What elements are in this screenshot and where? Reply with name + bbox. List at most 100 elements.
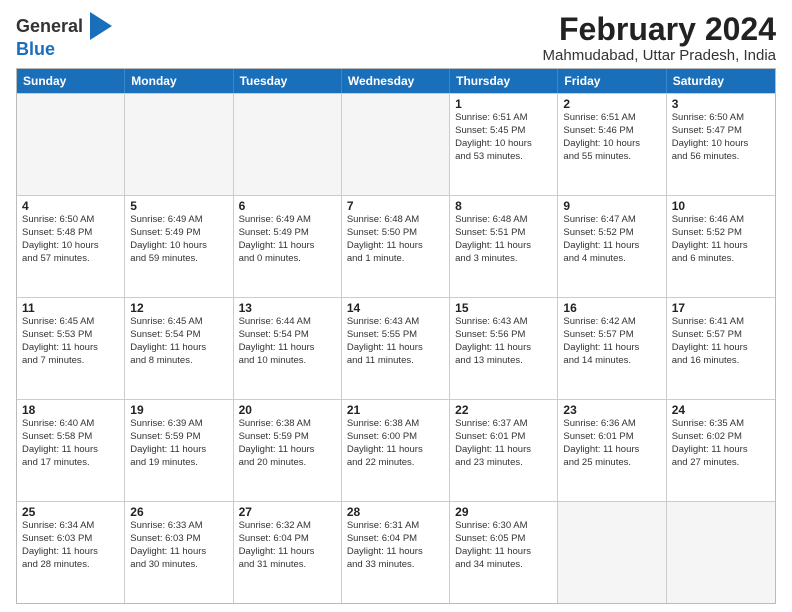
logo: General Blue [16, 16, 112, 60]
day-number: 20 [239, 403, 336, 417]
day-detail: Sunrise: 6:32 AM Sunset: 6:04 PM Dayligh… [239, 520, 336, 571]
day-number: 15 [455, 301, 552, 315]
day-number: 27 [239, 505, 336, 519]
day-detail: Sunrise: 6:33 AM Sunset: 6:03 PM Dayligh… [130, 520, 227, 571]
day-detail: Sunrise: 6:30 AM Sunset: 6:05 PM Dayligh… [455, 520, 552, 571]
day-detail: Sunrise: 6:36 AM Sunset: 6:01 PM Dayligh… [563, 418, 660, 469]
day-number: 7 [347, 199, 444, 213]
calendar-header: SundayMondayTuesdayWednesdayThursdayFrid… [17, 69, 775, 93]
day-detail: Sunrise: 6:49 AM Sunset: 5:49 PM Dayligh… [239, 214, 336, 265]
day-cell-26: 26Sunrise: 6:33 AM Sunset: 6:03 PM Dayli… [125, 502, 233, 603]
day-number: 10 [672, 199, 770, 213]
day-cell-16: 16Sunrise: 6:42 AM Sunset: 5:57 PM Dayli… [558, 298, 666, 399]
day-cell-2: 2Sunrise: 6:51 AM Sunset: 5:46 PM Daylig… [558, 94, 666, 195]
day-detail: Sunrise: 6:39 AM Sunset: 5:59 PM Dayligh… [130, 418, 227, 469]
day-number: 29 [455, 505, 552, 519]
day-number: 11 [22, 301, 119, 315]
page: General Blue February 2024 Mahmudabad, U… [0, 0, 792, 612]
day-cell-13: 13Sunrise: 6:44 AM Sunset: 5:54 PM Dayli… [234, 298, 342, 399]
day-detail: Sunrise: 6:38 AM Sunset: 5:59 PM Dayligh… [239, 418, 336, 469]
day-number: 19 [130, 403, 227, 417]
empty-cell [558, 502, 666, 603]
day-cell-14: 14Sunrise: 6:43 AM Sunset: 5:55 PM Dayli… [342, 298, 450, 399]
subtitle: Mahmudabad, Uttar Pradesh, India [543, 47, 776, 64]
day-detail: Sunrise: 6:50 AM Sunset: 5:47 PM Dayligh… [672, 112, 770, 163]
day-detail: Sunrise: 6:48 AM Sunset: 5:51 PM Dayligh… [455, 214, 552, 265]
day-detail: Sunrise: 6:31 AM Sunset: 6:04 PM Dayligh… [347, 520, 444, 571]
header-day-monday: Monday [125, 69, 233, 93]
day-number: 17 [672, 301, 770, 315]
day-detail: Sunrise: 6:51 AM Sunset: 5:46 PM Dayligh… [563, 112, 660, 163]
day-detail: Sunrise: 6:51 AM Sunset: 5:45 PM Dayligh… [455, 112, 552, 163]
logo-blue: Blue [16, 39, 55, 59]
header-day-sunday: Sunday [17, 69, 125, 93]
calendar-row-3: 18Sunrise: 6:40 AM Sunset: 5:58 PM Dayli… [17, 399, 775, 501]
day-cell-12: 12Sunrise: 6:45 AM Sunset: 5:54 PM Dayli… [125, 298, 233, 399]
header-day-friday: Friday [558, 69, 666, 93]
day-cell-7: 7Sunrise: 6:48 AM Sunset: 5:50 PM Daylig… [342, 196, 450, 297]
logo-general: General [16, 16, 83, 36]
day-detail: Sunrise: 6:45 AM Sunset: 5:54 PM Dayligh… [130, 316, 227, 367]
day-cell-23: 23Sunrise: 6:36 AM Sunset: 6:01 PM Dayli… [558, 400, 666, 501]
day-cell-6: 6Sunrise: 6:49 AM Sunset: 5:49 PM Daylig… [234, 196, 342, 297]
day-cell-24: 24Sunrise: 6:35 AM Sunset: 6:02 PM Dayli… [667, 400, 775, 501]
day-number: 25 [22, 505, 119, 519]
day-detail: Sunrise: 6:35 AM Sunset: 6:02 PM Dayligh… [672, 418, 770, 469]
day-detail: Sunrise: 6:34 AM Sunset: 6:03 PM Dayligh… [22, 520, 119, 571]
day-number: 6 [239, 199, 336, 213]
logo-icon [90, 12, 112, 40]
day-cell-8: 8Sunrise: 6:48 AM Sunset: 5:51 PM Daylig… [450, 196, 558, 297]
header-day-thursday: Thursday [450, 69, 558, 93]
day-detail: Sunrise: 6:42 AM Sunset: 5:57 PM Dayligh… [563, 316, 660, 367]
day-cell-3: 3Sunrise: 6:50 AM Sunset: 5:47 PM Daylig… [667, 94, 775, 195]
day-detail: Sunrise: 6:44 AM Sunset: 5:54 PM Dayligh… [239, 316, 336, 367]
day-cell-28: 28Sunrise: 6:31 AM Sunset: 6:04 PM Dayli… [342, 502, 450, 603]
day-cell-17: 17Sunrise: 6:41 AM Sunset: 5:57 PM Dayli… [667, 298, 775, 399]
day-number: 14 [347, 301, 444, 315]
day-detail: Sunrise: 6:38 AM Sunset: 6:00 PM Dayligh… [347, 418, 444, 469]
day-cell-21: 21Sunrise: 6:38 AM Sunset: 6:00 PM Dayli… [342, 400, 450, 501]
day-number: 5 [130, 199, 227, 213]
calendar-row-2: 11Sunrise: 6:45 AM Sunset: 5:53 PM Dayli… [17, 297, 775, 399]
calendar-body: 1Sunrise: 6:51 AM Sunset: 5:45 PM Daylig… [17, 93, 775, 603]
day-cell-25: 25Sunrise: 6:34 AM Sunset: 6:03 PM Dayli… [17, 502, 125, 603]
day-detail: Sunrise: 6:47 AM Sunset: 5:52 PM Dayligh… [563, 214, 660, 265]
day-detail: Sunrise: 6:41 AM Sunset: 5:57 PM Dayligh… [672, 316, 770, 367]
day-number: 8 [455, 199, 552, 213]
day-cell-10: 10Sunrise: 6:46 AM Sunset: 5:52 PM Dayli… [667, 196, 775, 297]
day-number: 22 [455, 403, 552, 417]
day-number: 3 [672, 97, 770, 111]
day-cell-5: 5Sunrise: 6:49 AM Sunset: 5:49 PM Daylig… [125, 196, 233, 297]
day-detail: Sunrise: 6:46 AM Sunset: 5:52 PM Dayligh… [672, 214, 770, 265]
day-detail: Sunrise: 6:37 AM Sunset: 6:01 PM Dayligh… [455, 418, 552, 469]
day-number: 23 [563, 403, 660, 417]
day-detail: Sunrise: 6:43 AM Sunset: 5:56 PM Dayligh… [455, 316, 552, 367]
title-block: February 2024 Mahmudabad, Uttar Pradesh,… [543, 12, 776, 64]
day-detail: Sunrise: 6:48 AM Sunset: 5:50 PM Dayligh… [347, 214, 444, 265]
header-day-wednesday: Wednesday [342, 69, 450, 93]
day-number: 2 [563, 97, 660, 111]
calendar-row-1: 4Sunrise: 6:50 AM Sunset: 5:48 PM Daylig… [17, 195, 775, 297]
calendar-row-4: 25Sunrise: 6:34 AM Sunset: 6:03 PM Dayli… [17, 501, 775, 603]
day-cell-9: 9Sunrise: 6:47 AM Sunset: 5:52 PM Daylig… [558, 196, 666, 297]
empty-cell [234, 94, 342, 195]
day-number: 26 [130, 505, 227, 519]
day-cell-1: 1Sunrise: 6:51 AM Sunset: 5:45 PM Daylig… [450, 94, 558, 195]
empty-cell [17, 94, 125, 195]
day-cell-29: 29Sunrise: 6:30 AM Sunset: 6:05 PM Dayli… [450, 502, 558, 603]
day-detail: Sunrise: 6:43 AM Sunset: 5:55 PM Dayligh… [347, 316, 444, 367]
empty-cell [667, 502, 775, 603]
day-detail: Sunrise: 6:40 AM Sunset: 5:58 PM Dayligh… [22, 418, 119, 469]
day-cell-11: 11Sunrise: 6:45 AM Sunset: 5:53 PM Dayli… [17, 298, 125, 399]
day-number: 18 [22, 403, 119, 417]
day-number: 4 [22, 199, 119, 213]
day-cell-20: 20Sunrise: 6:38 AM Sunset: 5:59 PM Dayli… [234, 400, 342, 501]
day-cell-22: 22Sunrise: 6:37 AM Sunset: 6:01 PM Dayli… [450, 400, 558, 501]
empty-cell [125, 94, 233, 195]
day-number: 28 [347, 505, 444, 519]
day-cell-4: 4Sunrise: 6:50 AM Sunset: 5:48 PM Daylig… [17, 196, 125, 297]
day-cell-18: 18Sunrise: 6:40 AM Sunset: 5:58 PM Dayli… [17, 400, 125, 501]
day-number: 13 [239, 301, 336, 315]
calendar: SundayMondayTuesdayWednesdayThursdayFrid… [16, 68, 776, 604]
day-cell-27: 27Sunrise: 6:32 AM Sunset: 6:04 PM Dayli… [234, 502, 342, 603]
